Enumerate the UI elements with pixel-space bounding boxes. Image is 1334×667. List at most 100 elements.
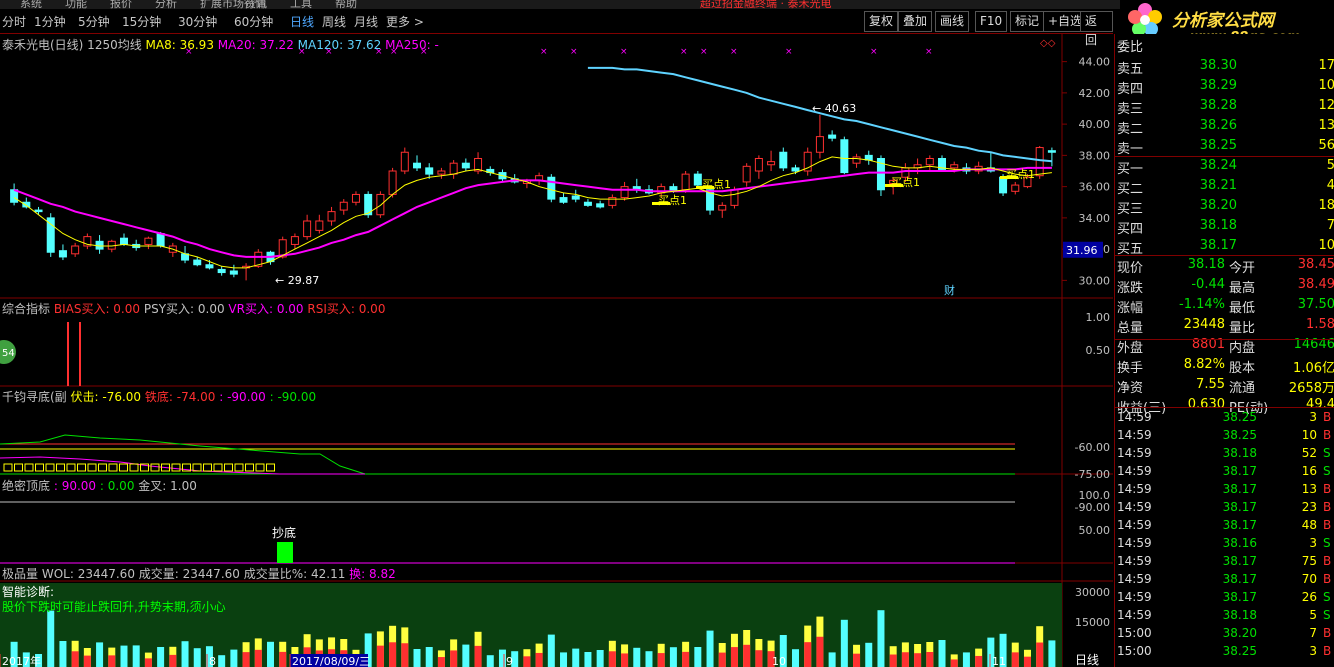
period-tab[interactable]: 30分钟 — [178, 13, 217, 30]
legend-item: VR买入: 0.00 — [224, 302, 304, 316]
ask-price: 38.30 — [1199, 58, 1237, 73]
ask-label: 卖二 — [1117, 122, 1144, 137]
period-tab[interactable]: 分时 — [2, 13, 26, 30]
period-toolbar: 分时 1分钟 5分钟 15分钟 30分钟 60分钟 日线 周线 月线 更多 > 复权 叠加 画线 F10 标… — [0, 9, 1113, 47]
period-tab[interactable]: 60分钟 — [234, 13, 273, 30]
toolbar-button[interactable]: 画线 — [935, 11, 970, 32]
legend-item: MA250: - — [381, 38, 439, 52]
volume-bar — [267, 641, 274, 667]
menu-item[interactable]: 分析 — [155, 0, 177, 9]
toolbar-button[interactable]: 叠加 — [898, 11, 933, 32]
tick-side: B — [1323, 428, 1332, 442]
candle-body — [46, 217, 55, 253]
stat-label: 今开 — [1229, 261, 1256, 276]
candle-body — [58, 250, 67, 258]
volume-bar — [877, 610, 885, 667]
ask-row[interactable]: 卖三 38.28 12 — [1117, 98, 1334, 117]
legend-item: : -90.00 — [265, 390, 317, 404]
tick-side: B — [1323, 500, 1332, 514]
toolbar-button[interactable]: 返回 — [1080, 11, 1113, 47]
quote-divider — [1115, 156, 1334, 157]
tick-row: 14:59 38.16 3 S — [1117, 536, 1334, 554]
menu-item[interactable]: 工具 — [290, 0, 312, 9]
ask-row[interactable]: 卖一 38.25 56 — [1117, 138, 1334, 157]
toolbar-button[interactable]: 复权 — [864, 11, 899, 32]
menu-item[interactable]: 报价 — [110, 0, 132, 9]
bid-price: 38.20 — [1199, 198, 1237, 213]
candle-body — [449, 162, 458, 175]
bid-row[interactable]: 买三 38.20 18 — [1117, 198, 1334, 217]
vol-tick-label: 15000 — [1075, 616, 1110, 629]
ask-row[interactable]: 卖二 38.26 13 — [1117, 118, 1334, 137]
price-tick-label: 38.00 — [1079, 149, 1111, 162]
bid-row[interactable]: 买一 38.24 5 — [1117, 158, 1334, 177]
stat-label: 换手 — [1117, 361, 1144, 376]
tick-price: 38.17 — [1222, 590, 1257, 604]
candle-body — [315, 220, 324, 231]
top-mark: × — [680, 47, 688, 57]
tick-row: 14:59 38.17 13 B — [1117, 482, 1334, 500]
toolbar-button[interactable]: F10 — [975, 11, 1008, 32]
period-tab[interactable]: 月线 — [354, 13, 378, 30]
ask-row[interactable]: 卖五 38.30 17 — [1117, 58, 1334, 77]
quote-divider — [1115, 407, 1334, 408]
period-tab[interactable]: 1分钟 — [34, 13, 66, 30]
candle-body — [327, 211, 336, 222]
period-tab[interactable]: 更多 > — [386, 13, 424, 30]
buy-label: 买点1 — [702, 178, 731, 191]
indicator3-title: 绝密顶底 — [2, 479, 51, 493]
period-tab[interactable]: 15分钟 — [122, 13, 161, 30]
ask-row[interactable]: 卖四 38.29 10 — [1117, 78, 1334, 97]
logo-name: 分析家公式网 — [1172, 11, 1274, 31]
volume-legend: 极品量 WOL: 23447.60 成交量: 23447.60 成交量比%: 4… — [2, 565, 396, 582]
volume-bar — [132, 645, 140, 667]
tick-side: B — [1323, 554, 1332, 568]
ind2-square — [87, 463, 97, 472]
legend-item: MA20: 37.22 — [213, 38, 294, 52]
stat-row: 换手 8.82% 股本 1.06亿 — [1117, 357, 1334, 376]
bid-row[interactable]: 买二 38.21 4 — [1117, 178, 1334, 197]
stat-label: 量比 — [1229, 321, 1256, 336]
signal-bar — [277, 542, 293, 563]
volume-bar-fill — [657, 653, 665, 667]
candle-body — [828, 134, 837, 139]
candle-body — [156, 233, 165, 247]
ind2-square — [35, 463, 44, 472]
ind2-square — [266, 463, 275, 472]
ask-volume: 13 — [1318, 118, 1334, 133]
candle-body — [571, 195, 580, 200]
stat-label: 最高 — [1229, 281, 1256, 296]
ind2-square — [24, 463, 34, 472]
legend-item: MA8: 36.93 — [145, 38, 214, 52]
stat-label: 现价 — [1117, 261, 1144, 276]
legend-item: 金叉: 1.00 — [134, 479, 197, 493]
tick-row: 14:59 38.17 48 B — [1117, 518, 1334, 536]
menu-item[interactable]: 帮助 — [335, 0, 357, 9]
menu-item[interactable]: 资讯 — [245, 0, 267, 9]
tick-time: 14:59 — [1117, 590, 1152, 604]
top-mark: × — [540, 47, 548, 57]
price-tick-label: 42.00 — [1079, 87, 1111, 100]
menu-item[interactable]: 系统 — [20, 0, 42, 9]
tick-row: 14:59 38.17 26 S — [1117, 590, 1334, 608]
vol-tick-label: 30000 — [1075, 586, 1110, 599]
toolbar-button[interactable]: 标记 — [1010, 11, 1045, 32]
bid-row[interactable]: 买四 38.18 7 — [1117, 218, 1334, 237]
candle-body — [339, 201, 348, 211]
candle-body — [718, 204, 727, 211]
bid-row[interactable]: 买五 38.17 10 — [1117, 238, 1334, 257]
tick-side: B — [1323, 572, 1332, 586]
legend-item: : 0.00 — [96, 479, 135, 493]
tick-volume: 3 — [1309, 410, 1317, 424]
tick-row: 14:59 38.25 10 B — [1117, 428, 1334, 446]
period-tab[interactable]: 周线 — [322, 13, 346, 30]
tick-row: 14:59 38.18 5 S — [1117, 608, 1334, 626]
legend-item: PSY买入: 0.00 — [140, 302, 225, 316]
candle-body — [730, 189, 739, 206]
menu-ad[interactable]: 超过招金融终端 · 泰禾光电 — [700, 0, 832, 9]
period-tab[interactable]: 日线 — [290, 13, 314, 30]
candle-body — [925, 158, 934, 166]
period-tab[interactable]: 5分钟 — [78, 13, 110, 30]
menu-item[interactable]: 功能 — [65, 0, 87, 9]
volume-bar — [584, 652, 592, 667]
